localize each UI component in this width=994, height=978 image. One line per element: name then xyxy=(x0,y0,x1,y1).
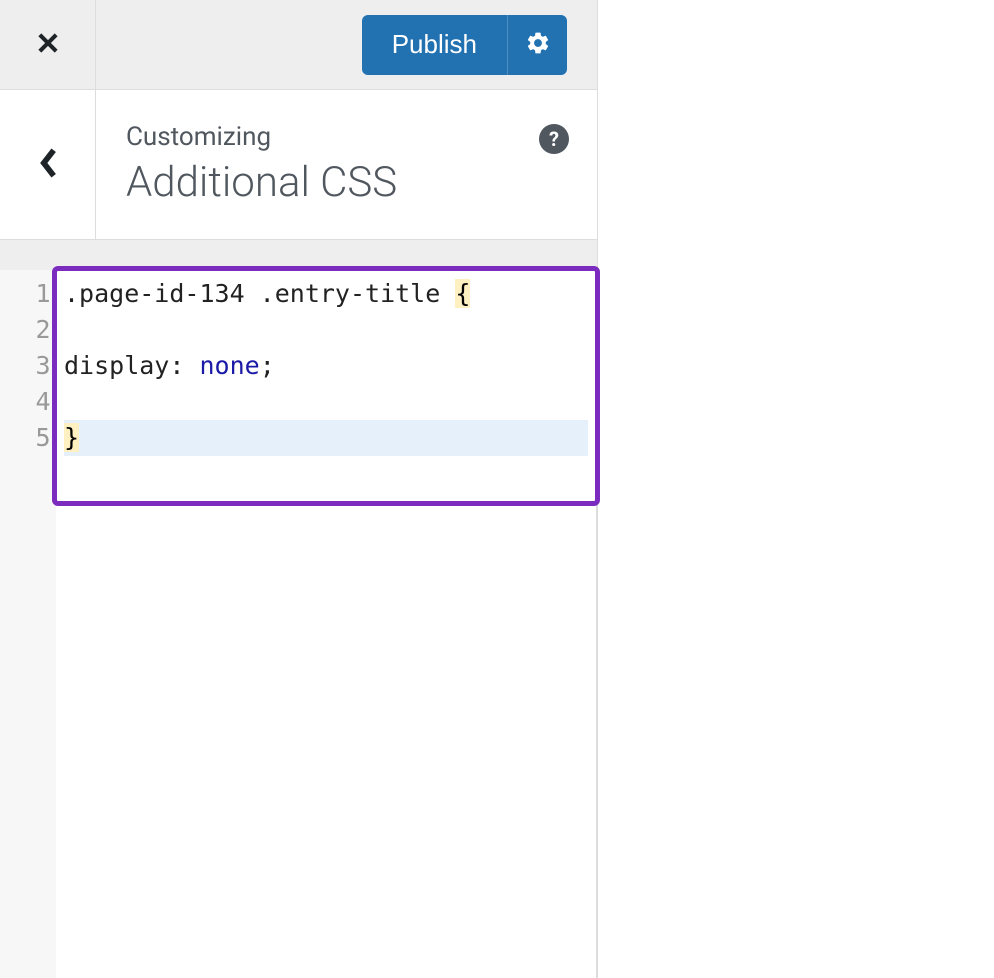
line-number: 4 xyxy=(0,384,56,420)
customizing-label: Customizing xyxy=(126,122,567,152)
editor-container: .page-id-134 .entry-title { display: non… xyxy=(56,270,597,978)
section-title: Additional CSS xyxy=(126,158,567,207)
publish-label: Publish xyxy=(392,29,477,60)
top-bar: Publish xyxy=(0,0,597,90)
line-number: 2 xyxy=(0,312,56,348)
close-button[interactable] xyxy=(0,0,96,90)
customizer-panel: Publish Customizing Additional CSS xyxy=(0,0,598,978)
editor-wrapper: 12345 .page-id-134 .entry-title { displa… xyxy=(0,240,597,978)
section-title-area: Customizing Additional CSS ? xyxy=(96,90,597,239)
line-number: 5 xyxy=(0,420,56,456)
help-button[interactable]: ? xyxy=(539,124,569,154)
publish-settings-button[interactable] xyxy=(507,15,567,75)
line-number-gutter: 12345 xyxy=(0,270,56,978)
code-line: .page-id-134 .entry-title { xyxy=(64,276,588,312)
publish-area: Publish xyxy=(362,15,567,75)
css-code-editor[interactable]: .page-id-134 .entry-title { display: non… xyxy=(56,270,596,978)
code-line xyxy=(64,384,588,420)
section-header: Customizing Additional CSS ? xyxy=(0,90,597,240)
line-number: 1 xyxy=(0,276,56,312)
back-button[interactable] xyxy=(0,90,96,239)
publish-button[interactable]: Publish xyxy=(362,15,507,75)
close-icon xyxy=(34,29,62,61)
chevron-left-icon xyxy=(37,146,59,184)
code-line xyxy=(64,312,588,348)
gear-icon xyxy=(525,30,551,59)
help-icon: ? xyxy=(549,127,559,151)
line-number: 3 xyxy=(0,348,56,384)
code-line: } xyxy=(64,420,588,456)
code-line: display: none; xyxy=(64,348,588,384)
